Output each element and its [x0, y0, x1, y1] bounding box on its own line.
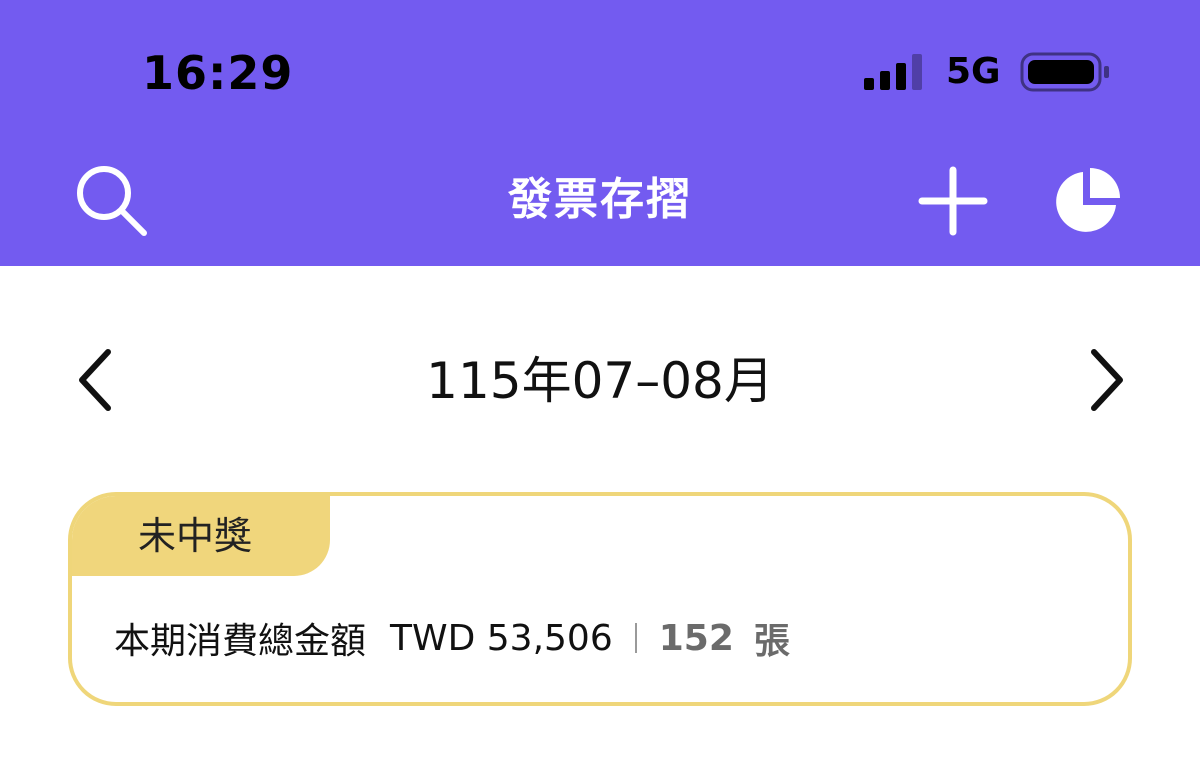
summary-label: 本期消費總金額 — [114, 621, 367, 662]
prev-period-button[interactable] — [70, 342, 126, 418]
page-title: 發票存摺 — [508, 174, 692, 225]
status-time: 16:29 — [142, 46, 294, 100]
next-period-button[interactable] — [1076, 342, 1132, 418]
battery-icon — [1020, 52, 1109, 92]
summary-row: 本期消費總金額 TWD 53,506 152 張 — [114, 608, 790, 668]
search-icon[interactable] — [74, 163, 150, 239]
signal-bars-icon — [864, 54, 922, 90]
period-summary-card[interactable]: 未中獎 本期消費總金額 TWD 53,506 152 張 — [68, 492, 1132, 706]
summary-amount: TWD 53,506 — [390, 617, 613, 659]
pie-chart-icon[interactable] — [1050, 164, 1124, 238]
plus-icon[interactable] — [916, 164, 990, 238]
period-title[interactable]: 115年07–08月 — [300, 346, 900, 416]
summary-divider — [634, 623, 637, 653]
invoice-count: 152 — [658, 617, 734, 659]
status-badge: 未中獎 — [72, 496, 330, 576]
invoice-count-unit: 張 — [753, 621, 790, 662]
app-header: 16:29 5G 發票存摺 — [0, 0, 1200, 266]
network-type: 5G — [946, 51, 1001, 92]
